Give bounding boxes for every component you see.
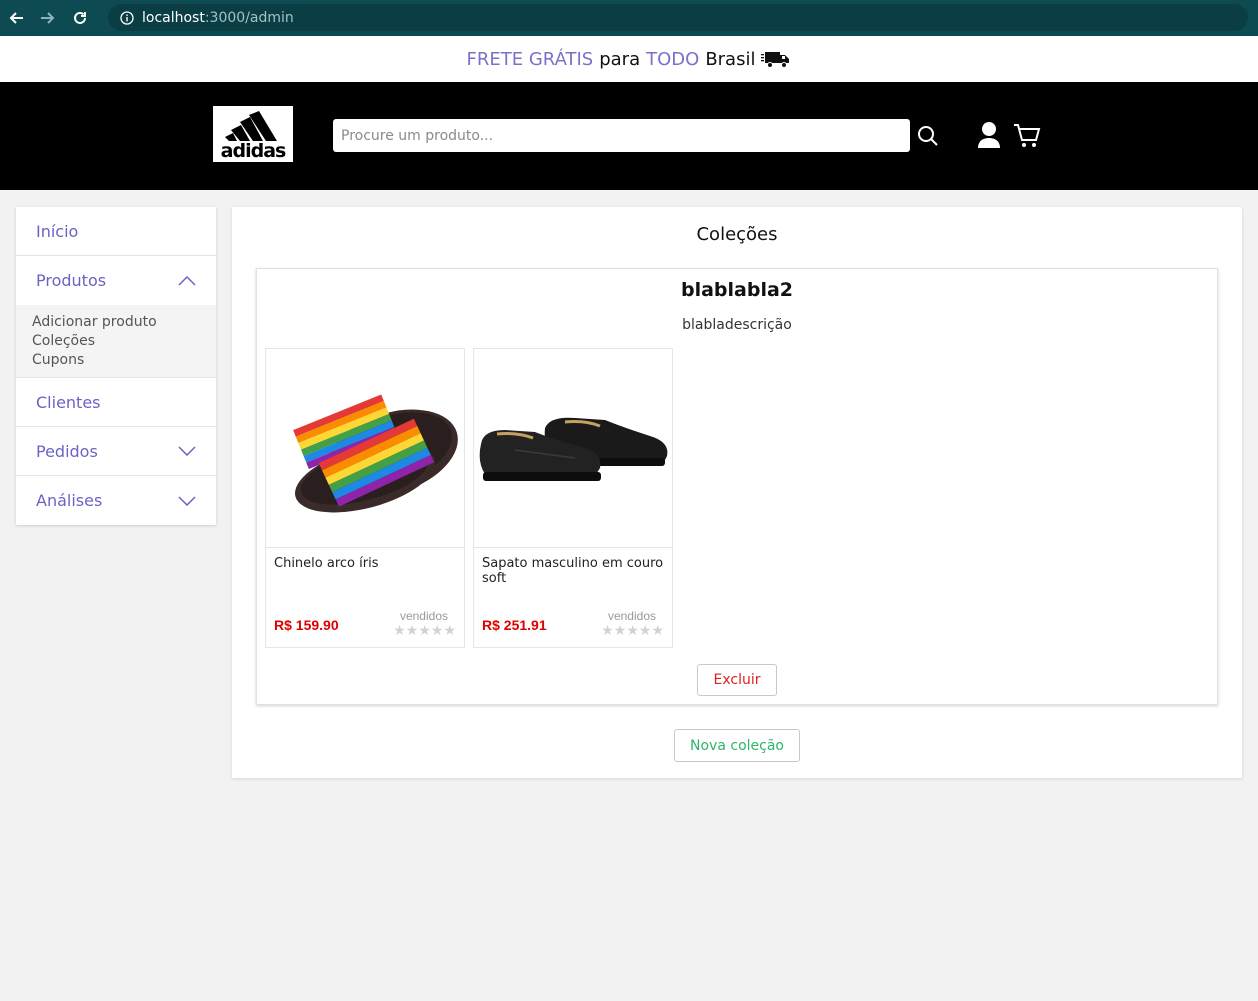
product-rating-stars: ★★★★★ [393, 622, 456, 638]
page-title: Coleções [696, 224, 778, 245]
forward-icon[interactable] [32, 0, 64, 36]
adidas-logo[interactable]: adidas [213, 106, 293, 162]
promo-text-2: para [599, 48, 641, 70]
address-bar[interactable]: localhost:3000/admin [108, 4, 1248, 31]
leather-shoe-image [479, 417, 668, 481]
promo-text-1: FRETE GRÁTIS [466, 48, 594, 70]
product-price: R$ 159.90 [274, 617, 339, 633]
main-panel: Coleções blablabla2 blabladescrição Chin… [232, 207, 1242, 778]
sidebar-item-produtos[interactable]: Produtos [16, 256, 216, 305]
product-card[interactable]: Sapato masculino em couro soft vendidos … [473, 348, 673, 648]
product-card[interactable]: Chinelo arco íris vendidos R$ 159.90 ★★★… [265, 348, 465, 648]
back-icon[interactable] [0, 0, 32, 36]
promo-banner: FRETE GRÁTIS para TODO Brasil [0, 36, 1258, 82]
reload-icon[interactable] [64, 0, 96, 36]
product-name: Sapato masculino em couro soft [482, 556, 664, 586]
product-image [474, 349, 672, 548]
promo-text-3: TODO [646, 48, 700, 70]
sidebar-item-label: Pedidos [36, 441, 98, 461]
product-sold-label: vendidos [399, 609, 448, 623]
submenu-cupons[interactable]: Cupons [32, 351, 200, 370]
logo-text: adidas [220, 140, 287, 162]
sidebar-item-clientes[interactable]: Clientes [16, 378, 216, 427]
product-image [266, 349, 464, 548]
submenu-colecoes[interactable]: Coleções [32, 332, 200, 351]
sidebar-item-analises[interactable]: Análises [16, 476, 216, 525]
admin-sidebar: Início Produtos Adicionar produto Coleçõ… [16, 207, 216, 525]
sidebar-item-label: Clientes [36, 392, 101, 412]
browser-toolbar: localhost:3000/admin [0, 0, 1258, 36]
chevron-down-icon [178, 495, 196, 506]
collection-card: blablabla2 blabladescrição Chinelo arco … [256, 268, 1218, 705]
product-rating-stars: ★★★★★ [601, 622, 664, 638]
rainbow-slipper-image [293, 394, 458, 513]
delivery-truck-icon [761, 52, 790, 68]
promo-text-4: Brasil [705, 48, 756, 70]
chevron-down-icon [178, 446, 196, 456]
sidebar-item-label: Análises [36, 491, 103, 510]
sidebar-item-pedidos[interactable]: Pedidos [16, 427, 216, 476]
collection-description: blabladescrição [682, 317, 792, 333]
submenu-adicionar-produto[interactable]: Adicionar produto [32, 313, 200, 332]
search-icon[interactable] [914, 122, 942, 150]
chevron-up-icon [178, 275, 196, 286]
sidebar-item-label: Produtos [36, 271, 107, 290]
adidas-stripes-icon [225, 111, 277, 141]
search-input[interactable] [333, 119, 910, 152]
info-icon [120, 10, 134, 25]
sidebar-item-label: Início [36, 221, 79, 241]
cart-icon[interactable] [1012, 120, 1042, 150]
product-name: Chinelo arco íris [274, 556, 379, 571]
produtos-submenu: Adicionar produto Coleções Cupons [16, 305, 216, 378]
product-sold-label: vendidos [607, 609, 656, 623]
product-price: R$ 251.91 [482, 617, 547, 633]
url-text: localhost:3000/admin [142, 9, 294, 26]
sidebar-item-inicio[interactable]: Início [16, 207, 216, 256]
delete-collection-button[interactable]: Excluir [697, 664, 777, 696]
site-header: adidas [0, 82, 1258, 190]
new-collection-button[interactable]: Nova coleção [674, 729, 800, 762]
collection-name: blablabla2 [680, 279, 794, 301]
user-icon[interactable] [975, 120, 1003, 150]
